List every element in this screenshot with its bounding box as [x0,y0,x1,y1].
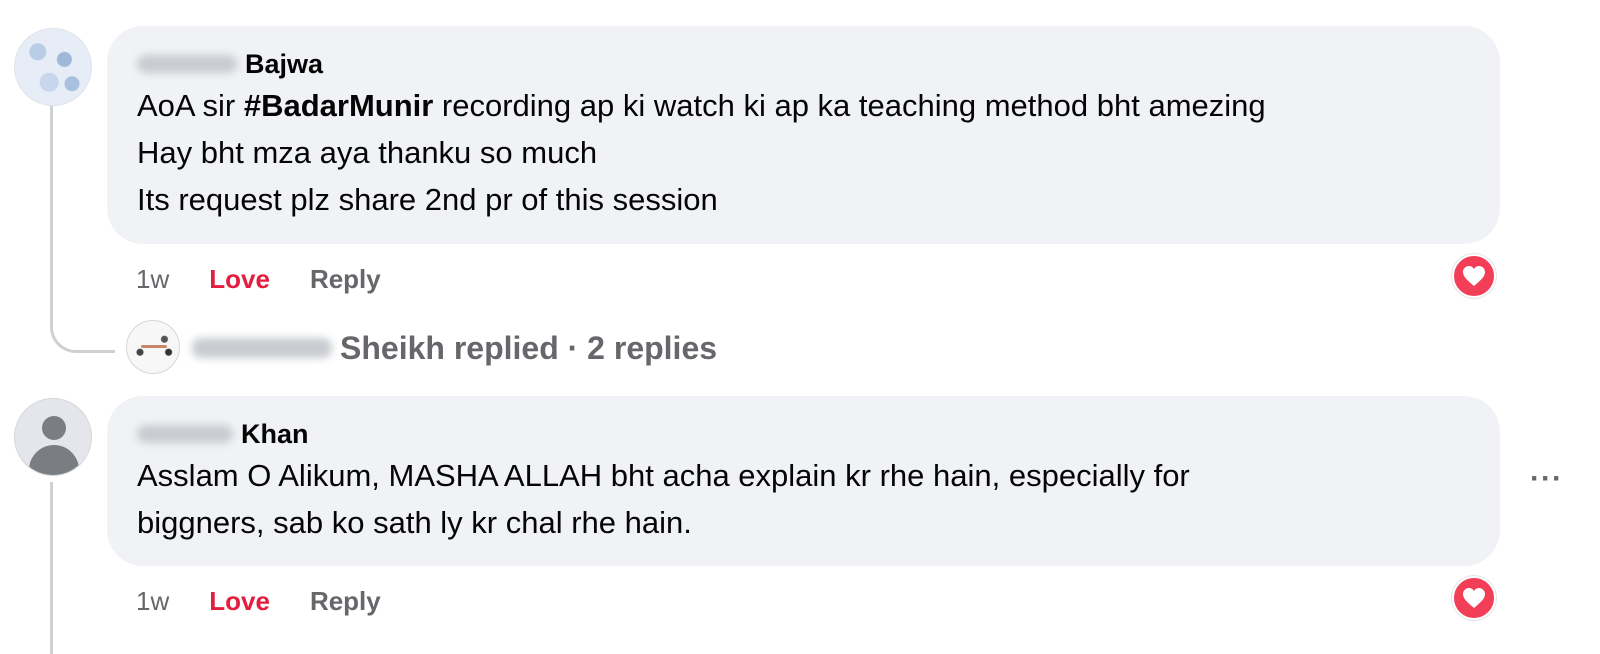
comment-timestamp[interactable]: 1w [136,264,169,295]
comment-text: Asslam O Alikum, MASHA ALLAH bht acha ex… [137,458,1190,540]
comment-actions: 1w Love Reply [136,584,381,618]
replier-last-name: Sheikh [340,329,445,366]
hashtag-link[interactable]: #BadarMunir [244,88,433,123]
default-avatar-icon [42,416,66,440]
avatar[interactable] [14,398,92,476]
avatar[interactable] [14,28,92,106]
redacted-name [137,425,233,443]
replies-count: replied · 2 replies [453,329,718,366]
comment-timestamp[interactable]: 1w [136,586,169,617]
reaction-badge[interactable] [1452,254,1496,298]
redacted-name [137,55,237,73]
thread-connector [50,482,53,654]
redacted-name [192,338,332,358]
comment-bubble: Bajwa AoA sir #BadarMunir recording ap k… [107,26,1500,244]
reply-button[interactable]: Reply [310,264,381,295]
love-button[interactable]: Love [209,586,270,617]
reaction-badge[interactable] [1452,576,1496,620]
comment-author[interactable]: Khan [137,416,1470,452]
thread-connector [50,104,115,353]
comment-thread: Bajwa AoA sir #BadarMunir recording ap k… [0,0,1600,654]
view-replies-link[interactable]: Sheikh replied · 2 replies [192,327,717,369]
author-last-name: Bajwa [245,49,324,79]
comment-author[interactable]: Bajwa [137,46,1470,82]
replier-avatar[interactable] [126,320,180,374]
comment-bubble: Khan Asslam O Alikum, MASHA ALLAH bht ac… [107,396,1500,566]
more-options-icon[interactable]: ··· [1530,462,1563,496]
comment-actions: 1w Love Reply [136,262,381,296]
reply-button[interactable]: Reply [310,586,381,617]
author-last-name: Khan [241,419,309,449]
heart-icon [1463,266,1485,286]
love-button[interactable]: Love [209,264,270,295]
comment-text: AoA sir #BadarMunir recording ap ki watc… [137,88,1266,217]
heart-icon [1463,588,1485,608]
